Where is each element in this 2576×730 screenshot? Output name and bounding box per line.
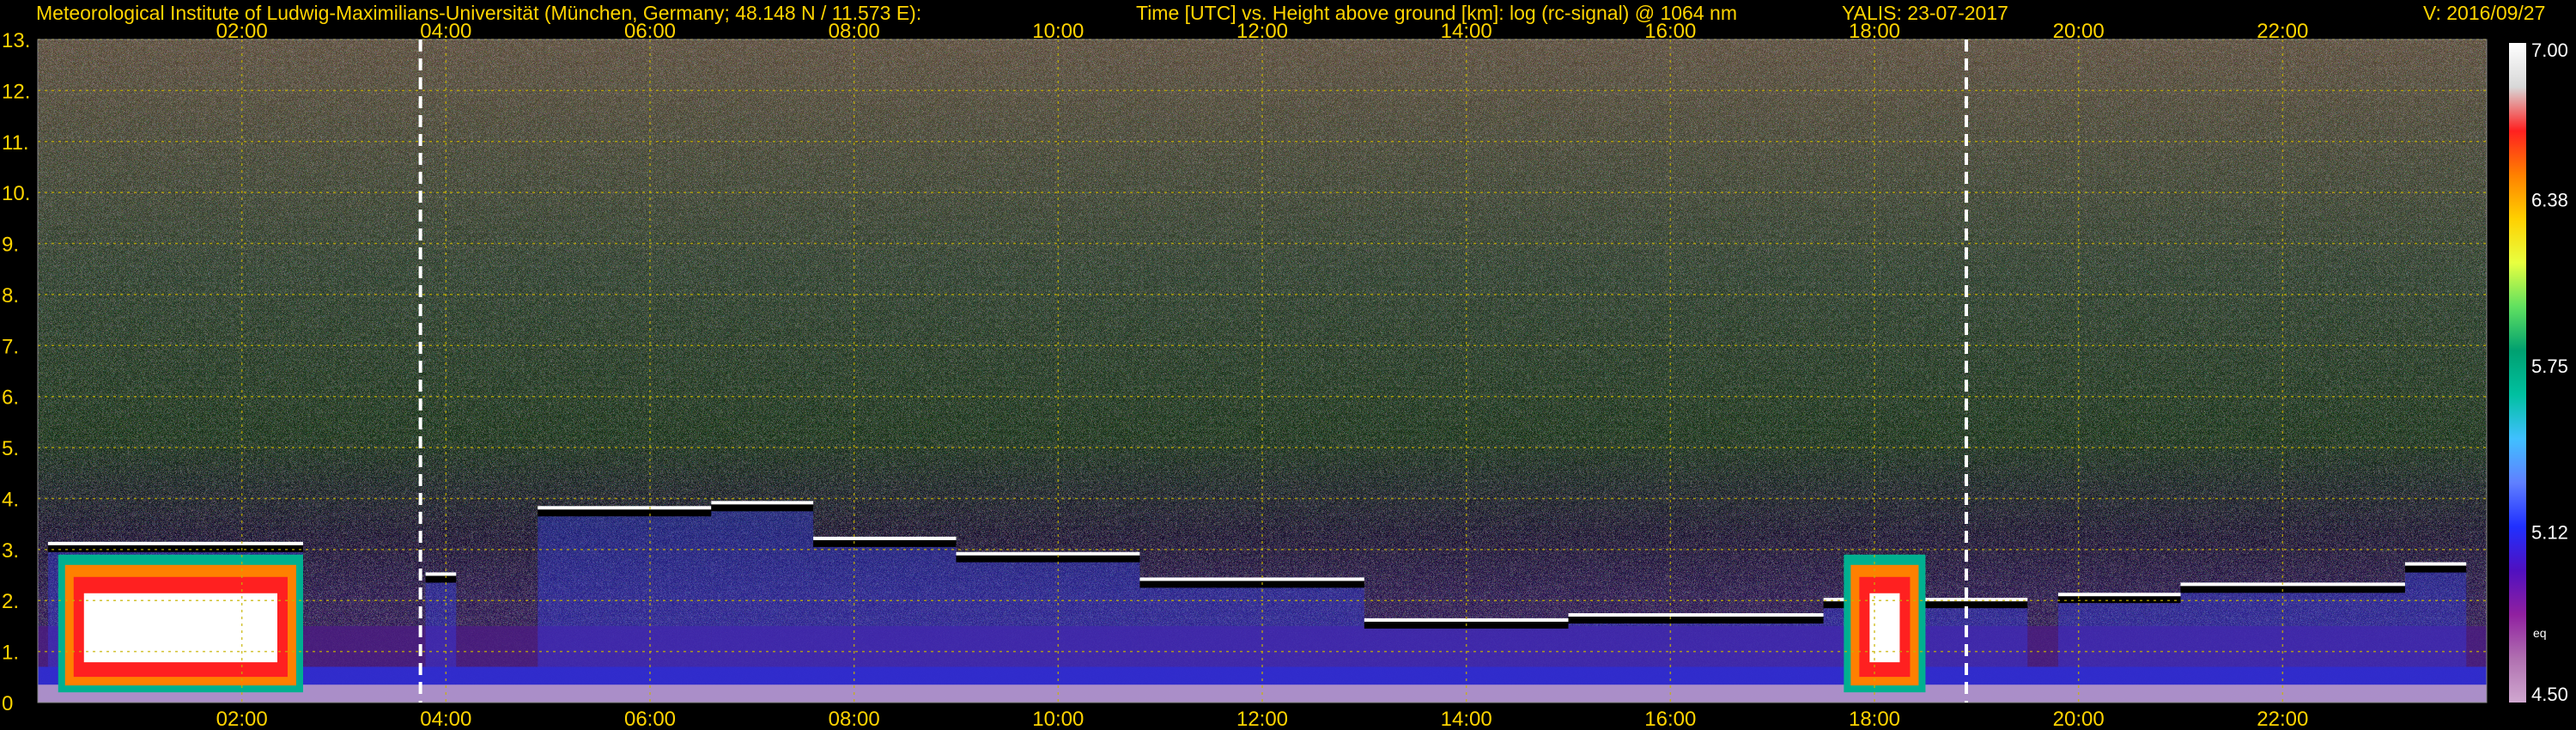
cloud-base-shadow	[956, 554, 1140, 563]
cloud-top-line	[2404, 562, 2467, 566]
x-tick-label-top: 22:00	[2257, 20, 2308, 43]
colorbar-label: 5.75	[2531, 356, 2568, 377]
y-tick-label: 4.	[2, 488, 19, 511]
lidar-chart: 02:00 02:00 04:00 04:00 06:00 06:00 08:00 08:00…	[2, 20, 2568, 730]
x-tick-label-top: 12:00	[1236, 20, 1288, 43]
cloud-top-line	[711, 501, 814, 505]
cloud-top-line	[2057, 593, 2181, 597]
cloud-top-line	[813, 536, 957, 540]
colorbar-label: 5.12	[2531, 522, 2568, 544]
y-tick-label: 6.	[2, 386, 19, 410]
sub-cloud-aerosol	[711, 511, 814, 667]
cloud-top-line	[1568, 612, 1824, 617]
cloud-top-line	[956, 551, 1140, 556]
cloud-top-line	[2180, 582, 2405, 587]
y-tick-label: 2.	[2, 590, 19, 613]
cloud-top-line	[47, 541, 303, 545]
sub-cloud-aerosol	[1139, 587, 1364, 667]
x-tick-label-top: 18:00	[1849, 20, 1900, 43]
y-ticks: 0 1. 2. 3. 4. 5. 6. 7. 8. 9. 10. 11. 12. 13.	[2, 29, 30, 715]
y-tick-label: 11.	[2, 131, 29, 155]
x-tick-label-bottom: 12:00	[1236, 708, 1288, 730]
dense-layer-core	[83, 593, 277, 663]
colorbar-note: eq	[2533, 626, 2547, 640]
y-tick-label: 8.	[2, 284, 19, 307]
cloud-top-line	[538, 506, 712, 510]
colorbar-label: 7.00	[2531, 40, 2568, 61]
cloud-base-shadow	[538, 508, 712, 517]
y-tick-label: 3.	[2, 539, 19, 563]
x-tick-label-top: 16:00	[1644, 20, 1696, 43]
y-tick-label: 10.	[2, 182, 30, 205]
x-tick-label-top: 06:00	[624, 20, 676, 43]
x-tick-label-top: 04:00	[420, 20, 471, 43]
cloud-top-line	[1139, 577, 1364, 581]
cloud-base-shadow	[813, 538, 957, 547]
x-tick-label-top: 02:00	[216, 20, 268, 43]
x-tick-label-bottom: 22:00	[2257, 708, 2308, 730]
colorbar: 7.00 6.38 5.75 5.12 4.50 eq	[2509, 40, 2568, 705]
y-tick-label: 9.	[2, 234, 19, 257]
cloud-base-shadow	[2180, 585, 2405, 593]
sub-cloud-aerosol	[1568, 623, 1824, 667]
y-tick-label: 5.	[2, 437, 19, 460]
x-tick-label-bottom: 18:00	[1849, 708, 1900, 730]
x-tick-label-bottom: 10:00	[1032, 708, 1084, 730]
sub-cloud-aerosol	[2180, 593, 2405, 667]
cloud-base-shadow	[425, 575, 457, 583]
sub-cloud-aerosol	[2404, 572, 2467, 667]
sub-cloud-aerosol	[425, 582, 457, 667]
x-tick-label-bottom: 04:00	[420, 708, 471, 730]
cloud-base-shadow	[711, 503, 814, 512]
x-tick-label-bottom: 02:00	[216, 708, 268, 730]
x-tick-label-bottom: 08:00	[829, 708, 880, 730]
sub-cloud-aerosol	[538, 516, 712, 667]
cloud-base-shadow	[2404, 564, 2467, 573]
cloud-base-shadow	[1568, 615, 1824, 624]
sub-cloud-aerosol	[2057, 603, 2181, 667]
x-tick-label-bottom: 16:00	[1644, 708, 1696, 730]
x-tick-label-bottom: 20:00	[2053, 708, 2105, 730]
colorbar-label: 6.38	[2531, 189, 2568, 210]
x-tick-label-top: 10:00	[1032, 20, 1084, 43]
colorbar-bar	[2509, 43, 2526, 703]
cloud-base-shadow	[47, 544, 303, 552]
y-tick-label: 0	[2, 692, 13, 715]
y-tick-label: 1.	[2, 642, 19, 665]
x-tick-label-bottom: 06:00	[624, 708, 676, 730]
y-tick-label: 12.	[2, 80, 30, 103]
x-tick-label-top: 14:00	[1441, 20, 1492, 43]
colorbar-label: 4.50	[2531, 684, 2568, 705]
x-tick-label-top: 20:00	[2053, 20, 2105, 43]
cloud-top-line	[425, 572, 457, 576]
sub-cloud-aerosol	[813, 546, 957, 667]
x-tick-label-bottom: 14:00	[1441, 708, 1492, 730]
y-tick-label: 13.	[2, 29, 30, 52]
cloud-base-shadow	[1139, 580, 1364, 588]
sub-cloud-aerosol	[1364, 628, 1569, 667]
x-tick-label-top: 08:00	[829, 20, 880, 43]
y-tick-label: 7.	[2, 335, 19, 358]
cloud-base-shadow	[2057, 595, 2181, 604]
